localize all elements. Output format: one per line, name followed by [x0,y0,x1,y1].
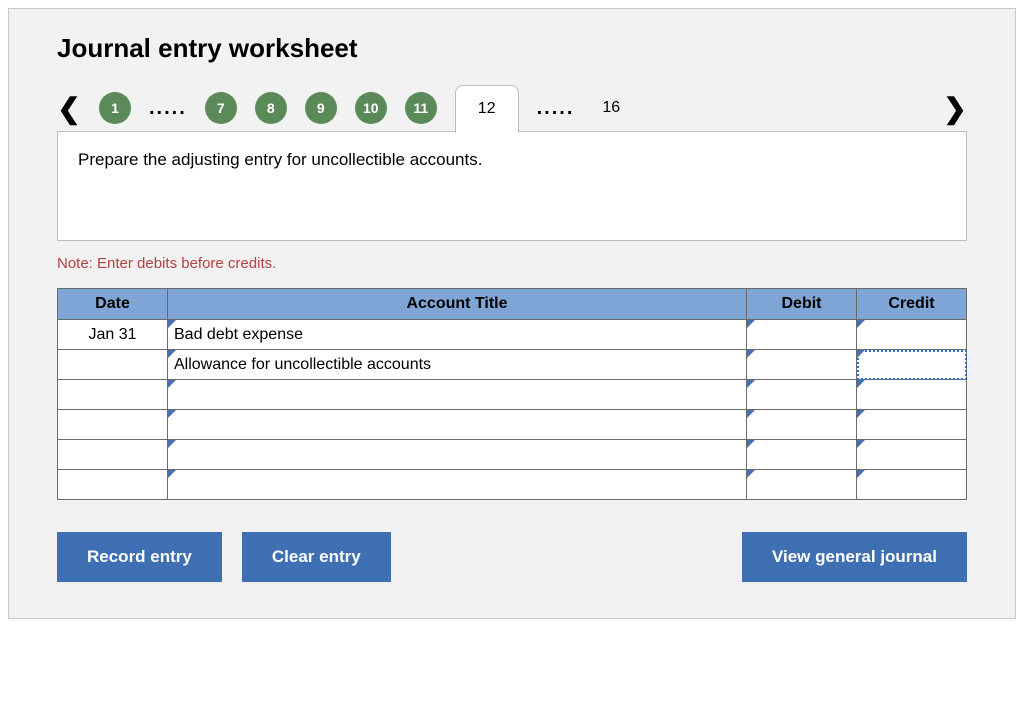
tab-ellipsis-left: ..... [149,97,187,120]
date-cell[interactable]: Jan 31 [58,320,168,350]
dropdown-indicator-icon [747,380,755,388]
table-row [58,410,967,440]
date-cell[interactable] [58,380,168,410]
credit-cell[interactable] [857,440,967,470]
account-title-cell[interactable]: Bad debt expense [168,320,747,350]
date-cell[interactable] [58,350,168,380]
debit-value [747,363,856,367]
dropdown-indicator-icon [857,320,865,328]
credit-cell[interactable] [857,380,967,410]
debit-cell[interactable] [747,350,857,380]
instruction-text: Prepare the adjusting entry for uncollec… [78,150,482,169]
header-credit: Credit [857,289,967,320]
dropdown-indicator-icon [168,320,176,328]
dropdown-indicator-icon [857,410,865,418]
date-cell[interactable] [58,410,168,440]
next-page-icon[interactable]: ❯ [943,92,967,125]
account-title-value [168,393,746,397]
date-cell[interactable] [58,470,168,500]
account-title-cell[interactable]: Allowance for uncollectible accounts [168,350,747,380]
dropdown-indicator-icon [168,380,176,388]
page-title: Journal entry worksheet [57,33,967,64]
debit-cell[interactable] [747,320,857,350]
debit-value [747,453,856,457]
worksheet-panel: Journal entry worksheet ❮ 1 ..... 7 8 9 … [8,8,1016,619]
dropdown-indicator-icon [168,350,176,358]
credit-value [857,363,966,367]
view-journal-button[interactable]: View general journal [742,532,967,582]
tab-ellipsis-right: ..... [537,97,575,120]
credit-cell[interactable] [857,470,967,500]
clear-entry-button[interactable]: Clear entry [242,532,391,582]
table-row: Jan 31Bad debt expense [58,320,967,350]
dropdown-indicator-icon [747,320,755,328]
journal-table: Date Account Title Debit Credit Jan 31Ba… [57,288,967,500]
debit-cell[interactable] [747,440,857,470]
table-row: Allowance for uncollectible accounts [58,350,967,380]
account-title-cell[interactable] [168,410,747,440]
account-title-cell[interactable] [168,440,747,470]
account-title-value: Allowance for uncollectible accounts [168,354,746,376]
dropdown-indicator-icon [747,440,755,448]
record-entry-button[interactable]: Record entry [57,532,222,582]
account-title-value [168,423,746,427]
header-date: Date [58,289,168,320]
date-value [58,483,167,487]
credit-value [857,453,966,457]
account-title-cell[interactable] [168,380,747,410]
tab-page-last[interactable]: 16 [592,99,630,117]
tab-page-9[interactable]: 9 [305,92,337,124]
dropdown-indicator-icon [857,350,865,358]
table-row [58,440,967,470]
header-debit: Debit [747,289,857,320]
tab-page-8[interactable]: 8 [255,92,287,124]
tab-row: ❮ 1 ..... 7 8 9 10 11 12 ..... 16 ❯ [57,84,967,132]
dropdown-indicator-icon [747,470,755,478]
date-value [58,423,167,427]
dropdown-indicator-icon [168,470,176,478]
account-title-value [168,453,746,457]
credit-value [857,483,966,487]
dropdown-indicator-icon [857,380,865,388]
dropdown-indicator-icon [747,410,755,418]
credit-value [857,393,966,397]
debit-cell[interactable] [747,380,857,410]
tab-page-11[interactable]: 11 [405,92,437,124]
credit-cell[interactable] [857,320,967,350]
note-text: Note: Enter debits before credits. [57,255,967,272]
header-account: Account Title [168,289,747,320]
credit-cell[interactable] [857,410,967,440]
credit-cell[interactable] [857,350,967,380]
date-cell[interactable] [58,440,168,470]
debit-cell[interactable] [747,410,857,440]
debit-value [747,393,856,397]
account-title-value [168,483,746,487]
debit-value [747,423,856,427]
button-row: Record entry Clear entry View general jo… [57,532,967,582]
dropdown-indicator-icon [857,440,865,448]
dropdown-indicator-icon [168,440,176,448]
dropdown-indicator-icon [857,470,865,478]
account-title-value: Bad debt expense [168,324,746,346]
dropdown-indicator-icon [747,350,755,358]
tab-page-7[interactable]: 7 [205,92,237,124]
date-value [58,363,167,367]
prev-page-icon[interactable]: ❮ [57,92,81,125]
credit-value [857,333,966,337]
credit-value [857,423,966,427]
debit-value [747,333,856,337]
date-value: Jan 31 [58,324,167,346]
table-row [58,380,967,410]
table-row [58,470,967,500]
debit-cell[interactable] [747,470,857,500]
instruction-box: Prepare the adjusting entry for uncollec… [57,131,967,241]
tab-page-10[interactable]: 10 [355,92,387,124]
debit-value [747,483,856,487]
dropdown-indicator-icon [168,410,176,418]
account-title-cell[interactable] [168,470,747,500]
date-value [58,453,167,457]
date-value [58,393,167,397]
tab-page-1[interactable]: 1 [99,92,131,124]
tab-page-active[interactable]: 12 [455,85,519,133]
